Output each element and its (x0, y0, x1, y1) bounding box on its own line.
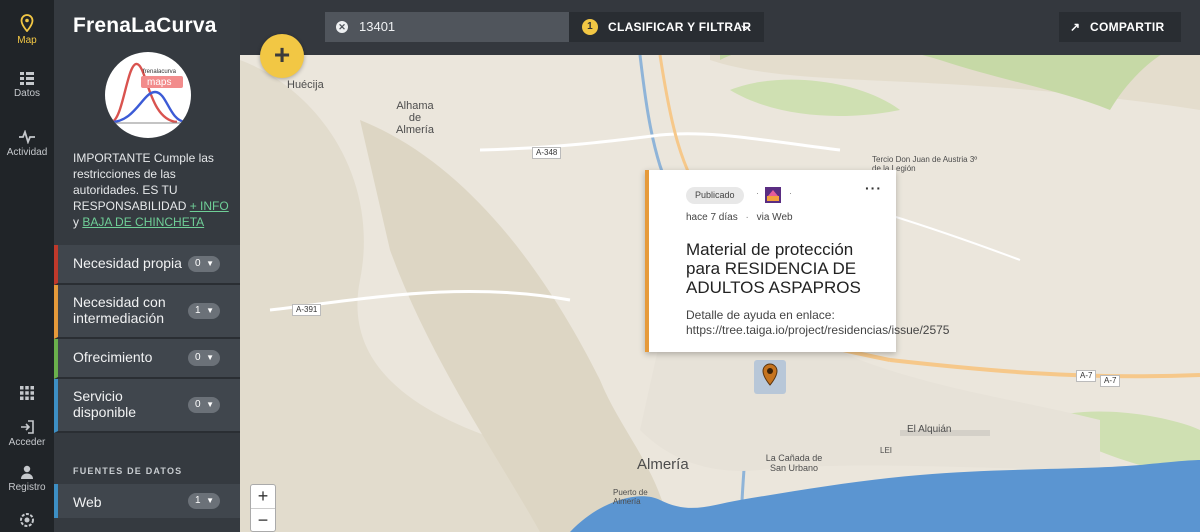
card-description: Detalle de ayuda en enlace: https://tree… (686, 308, 949, 338)
category-ofrecimiento[interactable]: Ofrecimiento 0 ▼ (54, 339, 240, 379)
category-necesidad-propia[interactable]: Necesidad propia 0 ▼ (54, 245, 240, 285)
source-count: 1 (195, 495, 201, 506)
category-label: Servicio disponible (73, 388, 137, 420)
map-pin-icon (20, 14, 34, 32)
road-label: A-7 (1076, 370, 1097, 382)
top-bar: ✕ 13401 1 CLASIFICAR Y FILTRAR ⌵ ↗ COMPA… (240, 0, 1200, 55)
rail-actividad[interactable]: Actividad (0, 130, 54, 158)
plus-icon: + (273, 39, 291, 70)
status-badge: Publicado (686, 187, 744, 204)
zoom-in-button[interactable]: + (251, 485, 275, 509)
author-avatar-icon[interactable] (765, 187, 781, 203)
notice-and: y (73, 215, 79, 229)
map-label-el-alquian: El Alquián (907, 424, 952, 435)
chevron-down-icon: ⌵ (741, 21, 750, 33)
source-label: Web (73, 494, 102, 510)
map-label-alhama: Alhama de Almería (396, 100, 434, 136)
settings-button[interactable] (0, 512, 54, 528)
filter-count-badge: 1 (582, 19, 598, 35)
category-count-dropdown[interactable]: 0 ▼ (188, 397, 220, 413)
category-count: 1 (195, 305, 201, 316)
share-label: COMPARTIR (1090, 20, 1165, 34)
separator: · (789, 188, 792, 198)
chevron-down-icon: ▼ (206, 353, 214, 362)
logo-small-text: frenalacurva (143, 69, 177, 75)
add-pin-button[interactable]: + (260, 34, 304, 78)
filter-button[interactable]: 1 CLASIFICAR Y FILTRAR ⌵ (569, 12, 764, 42)
zoom-out-button[interactable]: − (251, 509, 275, 532)
activity-icon (19, 130, 35, 144)
rail-datos[interactable]: Datos (0, 72, 54, 99)
map-label-la-canada: La Cañada de San Urbano (765, 453, 823, 473)
category-servicio-disponible[interactable]: Servicio disponible 0 ▼ (54, 379, 240, 433)
share-arrow-icon: ↗ (1070, 20, 1081, 34)
source-web[interactable]: Web 1 ▼ (54, 484, 240, 518)
gear-icon (20, 513, 34, 527)
category-label: Necesidad propia (73, 255, 182, 271)
map-label-lei: LEI (880, 446, 893, 455)
rail-map-label: Map (17, 35, 37, 46)
rail-map[interactable]: Map (0, 14, 54, 46)
brand-title: FrenaLaCurva (73, 14, 217, 37)
search-field[interactable]: ✕ 13401 (325, 12, 569, 42)
more-options-icon[interactable]: ··· (865, 180, 882, 196)
category-count: 0 (195, 399, 201, 410)
source-count-dropdown[interactable]: 1 ▼ (188, 493, 220, 509)
logo-maps-text: maps (147, 77, 171, 88)
category-count: 0 (195, 258, 201, 269)
share-button[interactable]: ↗ COMPARTIR (1059, 12, 1181, 42)
info-link[interactable]: + INFO (190, 199, 229, 213)
chevron-down-icon: ▼ (206, 400, 214, 409)
notice: IMPORTANTE Cumple las restricciones de l… (73, 150, 235, 230)
separator: · (745, 212, 749, 223)
separator: · (756, 188, 759, 198)
map-label-almeria: Almería (637, 456, 689, 473)
category-label: Ofrecimiento (73, 349, 153, 365)
category-label: Necesidad con intermediación (73, 294, 166, 326)
apps-grid-button[interactable] (0, 386, 54, 400)
zoom-control: + − (250, 484, 276, 532)
chevron-down-icon: ▼ (206, 306, 214, 315)
filter-label: CLASIFICAR Y FILTRAR (608, 20, 752, 34)
curve-logo-icon: frenalacurva maps (110, 62, 186, 124)
clear-search-icon[interactable]: ✕ (336, 21, 348, 33)
category-count-dropdown[interactable]: 0 ▼ (188, 350, 220, 366)
chevron-down-icon: ▼ (206, 496, 214, 505)
map-label-huecija: Huécija (287, 79, 324, 91)
card-meta: hace 7 días · via Web (686, 212, 793, 223)
selected-map-pin[interactable] (754, 360, 786, 394)
category-count: 0 (195, 352, 201, 363)
rail-acceder[interactable]: Acceder (0, 420, 54, 448)
sidebar: FrenaLaCurva frenalacurva maps IMPORTANT… (54, 0, 240, 532)
brand-logo: frenalacurva maps (105, 52, 191, 138)
card-desc-link[interactable]: https://tree.taiga.io/project/residencia… (686, 323, 949, 337)
card-via: via Web (756, 212, 793, 223)
road-label: A-7 (1100, 375, 1121, 387)
card-desc-label: Detalle de ayuda en enlace: (686, 308, 835, 322)
rail-registro[interactable]: Registro (0, 465, 54, 493)
card-time: hace 7 días (686, 212, 738, 223)
icon-rail: Map Datos Actividad Acceder Registro (0, 0, 54, 532)
rail-datos-label: Datos (13, 88, 41, 99)
category-necesidad-intermediacion[interactable]: Necesidad con intermediación 1 ▼ (54, 285, 240, 339)
category-count-dropdown[interactable]: 0 ▼ (188, 256, 220, 272)
pin-popup-card[interactable]: Publicado · · ··· hace 7 días · via Web … (645, 170, 949, 352)
rail-acceder-label: Acceder (8, 437, 46, 448)
road-label: A-348 (532, 147, 562, 159)
user-icon (21, 465, 33, 479)
grid-icon (20, 386, 34, 400)
rail-registro-label: Registro (8, 482, 46, 493)
search-value: 13401 (359, 19, 396, 34)
category-count-dropdown[interactable]: 1 ▼ (188, 303, 220, 319)
rail-actividad-label: Actividad (6, 147, 48, 158)
login-icon (21, 420, 34, 434)
card-title: Material de protección para RESIDENCIA D… (686, 240, 861, 297)
unpin-link[interactable]: BAJA DE CHINCHETA (82, 215, 204, 229)
category-list: Necesidad propia 0 ▼ Necesidad con interm… (54, 245, 240, 433)
map-label-puerto: Puerto de Almería (613, 488, 648, 506)
sources-heading: FUENTES DE DATOS (73, 466, 183, 476)
chevron-down-icon: ▼ (206, 259, 214, 268)
road-label: A-391 (292, 304, 322, 316)
list-icon (20, 72, 34, 85)
